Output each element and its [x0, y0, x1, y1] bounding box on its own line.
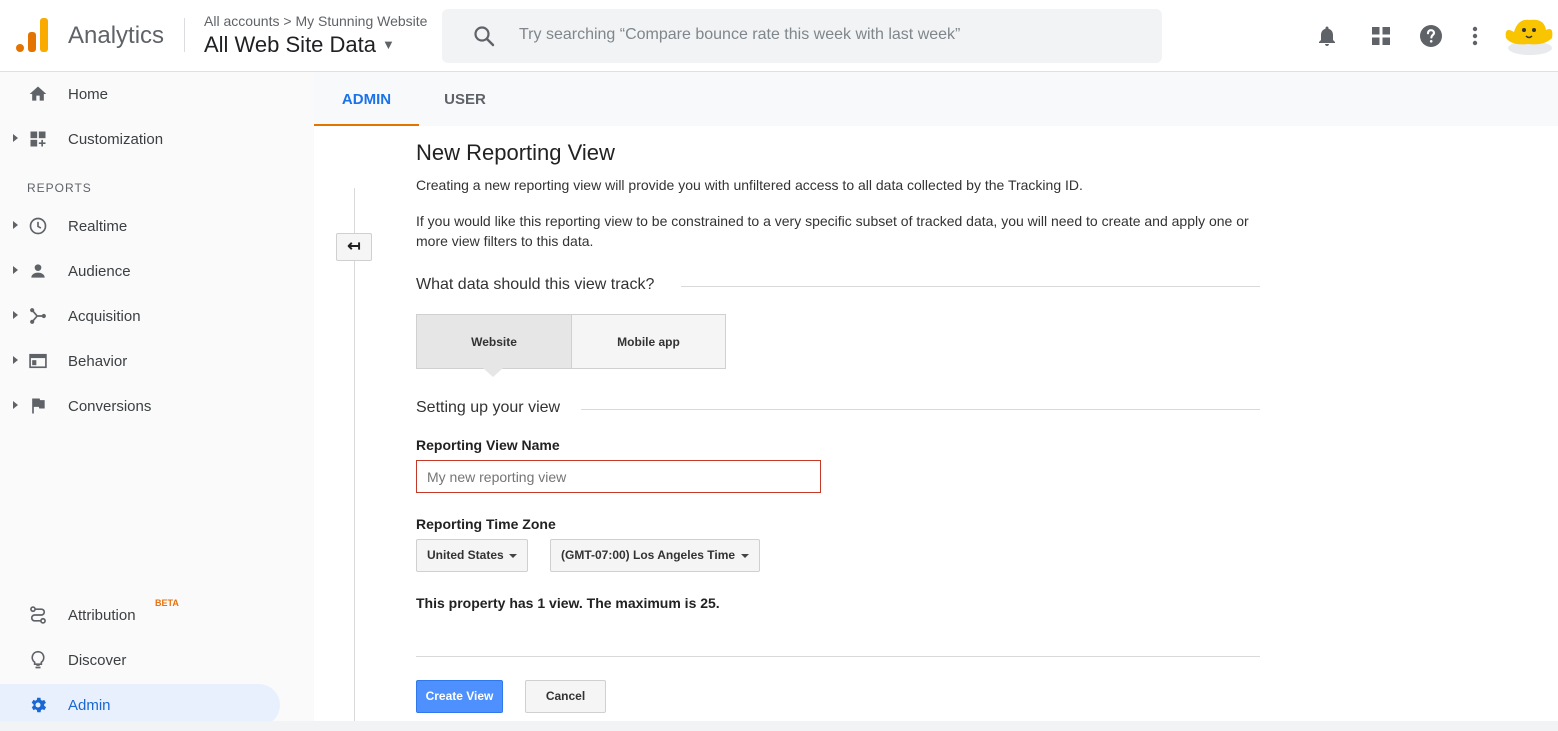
- sidebar-item-label: Realtime: [68, 218, 128, 235]
- search-icon: [474, 26, 495, 47]
- timezone-dropdown[interactable]: (GMT-07:00) Los Angeles Time: [550, 539, 760, 572]
- attribution-icon: [30, 606, 46, 624]
- bottom-strip: [0, 721, 1558, 731]
- caret-down-icon: ▼: [382, 37, 395, 52]
- tab-user[interactable]: USER: [419, 72, 511, 126]
- tab-admin[interactable]: ADMIN: [314, 72, 419, 126]
- view-limit-note: This property has 1 view. The maximum is…: [416, 595, 720, 611]
- view-selector-label: All Web Site Data: [204, 32, 377, 57]
- acquisition-icon: [30, 308, 46, 324]
- selection-pointer: [483, 368, 503, 377]
- admin-tabs-bar: ADMIN USER: [314, 72, 1558, 126]
- behavior-icon: [29, 353, 47, 369]
- expand-arrow-icon[interactable]: [13, 311, 18, 319]
- home-icon: [29, 86, 47, 101]
- caret-down-icon: [509, 554, 517, 558]
- sidebar-item-admin[interactable]: Admin: [0, 684, 280, 726]
- sidebar-item-acquisition[interactable]: Acquisition: [0, 295, 280, 337]
- dashboard-icon: [30, 131, 46, 147]
- lightbulb-icon: [31, 650, 45, 669]
- header-divider: [184, 18, 185, 52]
- timezone-label: Reporting Time Zone: [416, 516, 556, 532]
- sidebar-item-label: Attribution: [68, 607, 136, 624]
- sidebar-item-discover[interactable]: Discover: [0, 639, 280, 681]
- section-divider: [581, 409, 1260, 410]
- back-arrow-button[interactable]: ↤: [336, 233, 372, 261]
- page-title: New Reporting View: [416, 140, 615, 165]
- gear-icon: [31, 697, 47, 713]
- account-avatar[interactable]: [1500, 14, 1554, 58]
- sidebar-item-label: Discover: [68, 652, 127, 669]
- filters-note-text: If you would like this reporting view to…: [416, 213, 1249, 249]
- sidebar-item-customization[interactable]: Customization: [0, 118, 280, 160]
- expand-arrow-icon[interactable]: [13, 356, 18, 364]
- product-name: Analytics: [68, 22, 165, 49]
- view-name-input[interactable]: [416, 460, 821, 493]
- person-icon: [31, 264, 45, 278]
- sidebar-item-conversions[interactable]: Conversions: [0, 385, 280, 427]
- setup-section-heading: Setting up your view: [416, 399, 561, 416]
- sidebar-item-attribution[interactable]: Attribution BETA: [0, 594, 280, 636]
- sidebar-item-home[interactable]: Home: [0, 73, 280, 115]
- form-footer-divider: [416, 656, 1260, 657]
- analytics-logo[interactable]: [16, 16, 48, 52]
- sidebar-item-label: Admin: [68, 697, 111, 714]
- expand-arrow-icon[interactable]: [13, 134, 18, 142]
- help-icon[interactable]: [1419, 24, 1443, 48]
- sidebar-item-label: Audience: [68, 263, 131, 280]
- view-selector[interactable]: All Web Site Data ▼: [204, 32, 395, 58]
- timezone-dropdown-value: (GMT-07:00) Los Angeles Time: [561, 548, 736, 562]
- intro-text: Creating a new reporting view will provi…: [416, 177, 1083, 193]
- clock-icon: [29, 217, 47, 235]
- beta-badge: BETA: [155, 598, 179, 608]
- sidebar-item-label: Customization: [68, 131, 164, 148]
- sidebar-item-label: Home: [68, 86, 109, 103]
- back-arrow-icon: ↤: [347, 238, 361, 255]
- country-dropdown-value: United States: [427, 548, 504, 562]
- search-placeholder: Try searching “Compare bounce rate this …: [519, 26, 961, 43]
- flag-icon: [32, 398, 45, 414]
- create-view-button[interactable]: Create View: [416, 680, 503, 713]
- sidebar-item-realtime[interactable]: Realtime: [0, 205, 280, 247]
- sidebar-item-label: Acquisition: [68, 308, 141, 325]
- top-app-bar: Analytics All accounts > My Stunning Web…: [0, 0, 1558, 72]
- cancel-button[interactable]: Cancel: [525, 680, 606, 713]
- more-vert-icon[interactable]: [1463, 24, 1487, 48]
- expand-arrow-icon[interactable]: [13, 221, 18, 229]
- track-section-heading: What data should this view track?: [416, 276, 655, 293]
- left-sidebar: Home Customization REPORTS Realtime Audi…: [0, 72, 314, 731]
- expand-arrow-icon[interactable]: [13, 401, 18, 409]
- mobile-app-option-button[interactable]: Mobile app: [571, 314, 726, 369]
- section-divider: [681, 286, 1260, 287]
- sidebar-item-label: Conversions: [68, 398, 152, 415]
- view-name-label: Reporting View Name: [416, 437, 560, 453]
- account-breadcrumb[interactable]: All accounts > My Stunning Website: [204, 13, 427, 29]
- sidebar-item-label: Behavior: [68, 353, 128, 370]
- reports-section-label: REPORTS: [27, 181, 92, 195]
- notifications-icon[interactable]: [1315, 24, 1339, 48]
- caret-down-icon: [741, 554, 749, 558]
- flow-vertical-line: [354, 188, 355, 721]
- sidebar-item-audience[interactable]: Audience: [0, 250, 280, 292]
- search-bar[interactable]: Try searching “Compare bounce rate this …: [442, 9, 1162, 63]
- country-dropdown[interactable]: United States: [416, 539, 528, 572]
- sidebar-item-behavior[interactable]: Behavior: [0, 340, 280, 382]
- apps-grid-icon[interactable]: [1369, 24, 1393, 48]
- expand-arrow-icon[interactable]: [13, 266, 18, 274]
- website-option-button[interactable]: Website: [416, 314, 572, 369]
